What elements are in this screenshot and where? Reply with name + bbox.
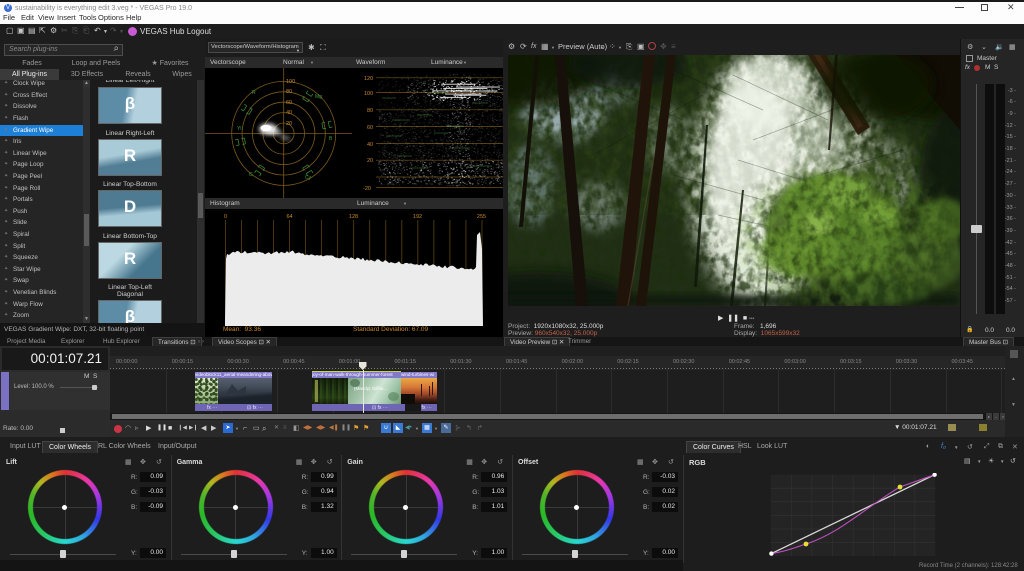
svg-text:120: 120 bbox=[364, 76, 373, 82]
svg-text:20: 20 bbox=[367, 158, 373, 164]
svg-text:255: 255 bbox=[477, 214, 486, 220]
svg-text:60: 60 bbox=[286, 100, 292, 106]
svg-text:100: 100 bbox=[286, 79, 295, 85]
svg-text:192: 192 bbox=[413, 214, 422, 220]
svg-text:Yl: Yl bbox=[237, 126, 241, 132]
svg-text:60: 60 bbox=[367, 125, 373, 131]
svg-text:G: G bbox=[249, 172, 253, 178]
svg-text:64: 64 bbox=[286, 214, 292, 220]
svg-text:40: 40 bbox=[367, 142, 373, 148]
svg-text:80: 80 bbox=[286, 89, 292, 95]
svg-text:128: 128 bbox=[349, 214, 358, 220]
svg-text:-20: -20 bbox=[363, 186, 371, 192]
svg-text:B: B bbox=[329, 136, 333, 142]
svg-text:R: R bbox=[252, 90, 256, 96]
svg-text:80: 80 bbox=[367, 108, 373, 114]
svg-text:100: 100 bbox=[364, 91, 373, 97]
svg-text:Mg: Mg bbox=[315, 94, 322, 100]
svg-text:Cy: Cy bbox=[305, 175, 312, 181]
svg-text:20: 20 bbox=[286, 121, 292, 127]
svg-text:40: 40 bbox=[286, 110, 292, 116]
svg-text:0: 0 bbox=[224, 214, 227, 220]
